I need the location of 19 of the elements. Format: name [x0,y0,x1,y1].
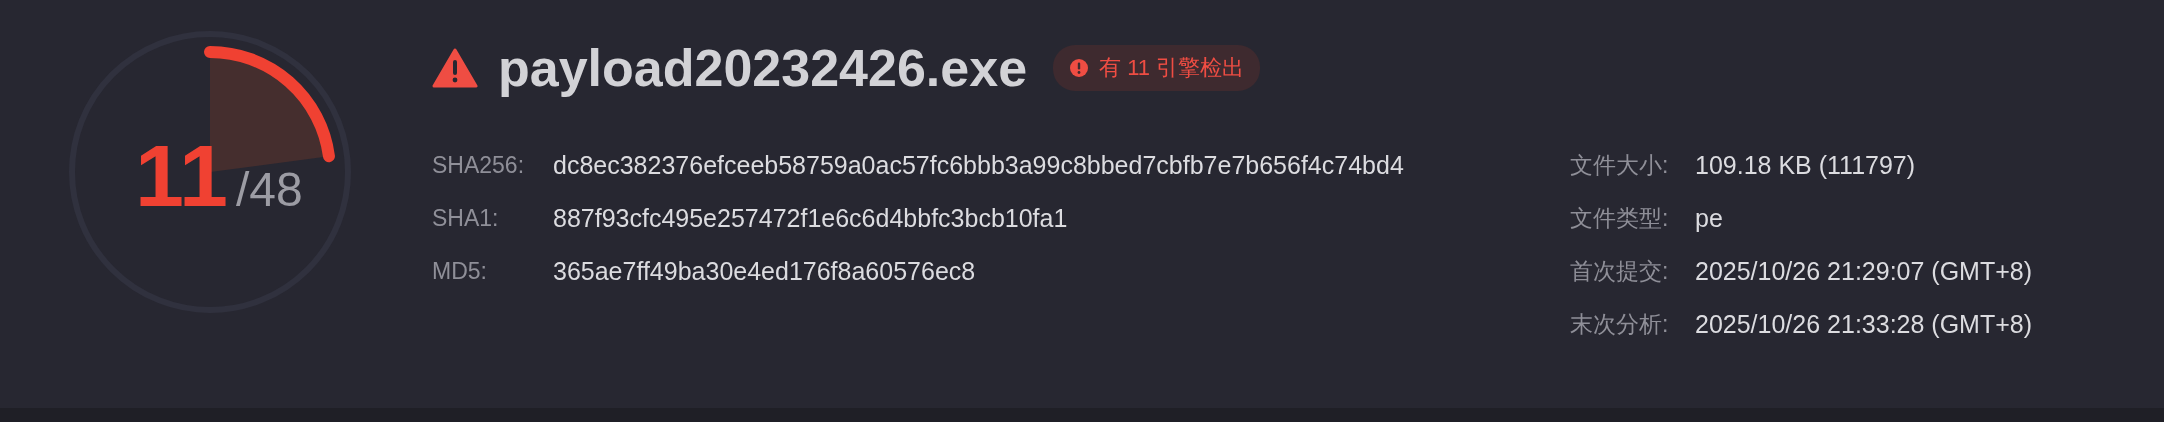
hash-value: dc8ec382376efceeb58759a0ac57fc6bbb3a99c8bbed7cbfb7e7b656f4c74bd4 [553,150,1405,181]
detail-label: 文件类型: [1570,204,1670,233]
detail-value: 2025/10/26 21:29:07 (GMT+8) [1695,256,2033,287]
detection-count: 11 [135,132,229,220]
badge-text: 有 11 引擎检出 [1099,54,1245,82]
detail-label: 首次提交: [1570,257,1670,286]
detail-value: pe [1695,203,1724,234]
hash-value: 365ae7ff49ba30e4ed176f8a60576ec8 [553,256,977,287]
detail-label: 文件大小: [1570,151,1670,180]
hash-label: SHA256: [432,151,526,180]
detail-value: 109.18 KB (111797) [1695,150,1917,181]
hash-label: MD5: [432,257,488,286]
hash-label: SHA1: [432,204,500,233]
engine-total: /48 [236,166,303,214]
detail-label: 末次分析: [1570,310,1670,339]
warning-icon [432,48,478,88]
hash-value: 887f93cfc495e257472f1e6c6d4bbfc3bcb10fa1 [553,203,1069,234]
detail-value: 2025/10/26 21:33:28 (GMT+8) [1695,309,2033,340]
alert-icon [1069,58,1090,78]
